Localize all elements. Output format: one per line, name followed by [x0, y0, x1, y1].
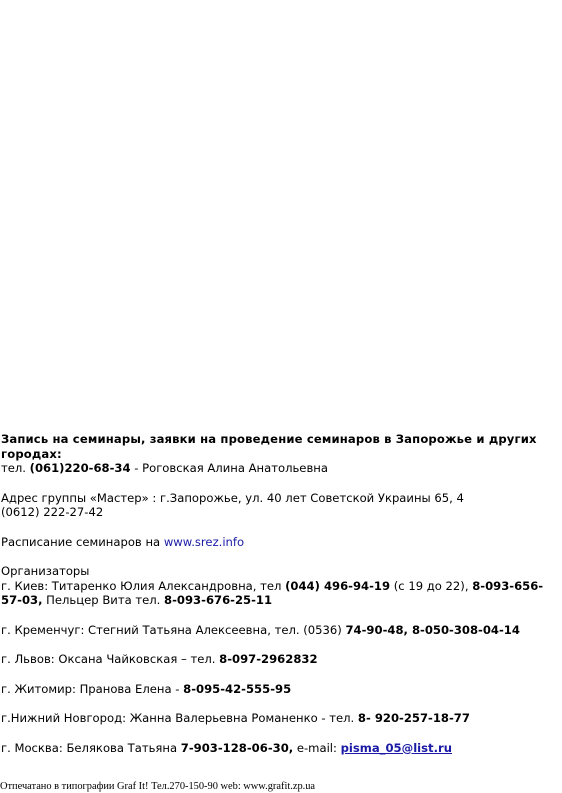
organizers-title: Организаторы [1, 564, 90, 578]
moscow-email-label: e-mail: [293, 740, 341, 755]
registration-phone: (061)220-68-34 [29, 461, 131, 475]
zhitomir-contact: г. Житомир: Пранова Елена - [1, 681, 184, 696]
organizer-kiev: г. Киев: Титаренко Юлия Александровна, т… [1, 579, 557, 608]
schedule-line: Расписание семинаров на www.srez.info [1, 535, 557, 550]
lviv-contact: г. Львов: Оксана Чайковская – тел. [1, 652, 220, 666]
moscow-contact: г. Москва: Белякова Татьяна [1, 740, 181, 755]
organizer-zhitomir: г. Житомир: Пранова Елена - 8-095-42-555… [1, 682, 557, 697]
kremenchug-phones: 74-90-48, 8-050-308-04-14 [345, 622, 520, 637]
organizer-novgorod: г.Нижний Новгород: Жанна Валерьевна Рома… [1, 711, 557, 726]
kiev-phone-1: (044) 496-94-19 [285, 578, 391, 593]
page: { "registration": { "heading": "Запись н… [0, 0, 562, 793]
kiev-hours: (с 19 до 22), [390, 578, 473, 593]
zhitomir-phone: 8-095-42-555-95 [183, 681, 292, 696]
organizer-lviv: г. Львов: Оксана Чайковская – тел. 8-097… [1, 652, 557, 667]
moscow-email-link[interactable]: pisma_05@list.ru [341, 741, 452, 755]
schedule-label: Расписание семинаров на [1, 534, 164, 549]
schedule-link[interactable]: www.srez.info [164, 535, 244, 549]
novgorod-contact: г.Нижний Новгород: Жанна Валерьевна Рома… [1, 711, 358, 725]
contact-info-block: Запись на семинары, заявки на проведение… [1, 432, 557, 755]
registration-contact-person: - Роговская Алина Анатольевна [130, 461, 328, 475]
kiev-contact: г. Киев: Титаренко Юлия Александровна, т… [1, 578, 286, 593]
novgorod-phone: 8- 920-257-18-77 [357, 711, 470, 725]
kiev-phone-3: 8-093-676-25-11 [164, 593, 273, 607]
print-footer: Отпечатано в типографии Graf It! Тел.270… [0, 781, 316, 792]
kremenchug-contact: г. Кременчуг: Стегний Татьяна Алексеевна… [1, 622, 346, 637]
address-line: Адрес группы «Мастер» : г.Запорожье, ул.… [1, 490, 464, 505]
address-phone: (0612) 222-27-42 [1, 505, 104, 519]
lviv-phone: 8-097-2962832 [219, 652, 318, 666]
registration-heading: Запись на семинары, заявки на проведение… [1, 432, 537, 461]
organizer-kremenchug: г. Кременчуг: Стегний Татьяна Алексеевна… [1, 623, 557, 638]
registration-phone-line: тел. (061)220-68-34 - Роговская Алина Ан… [1, 461, 557, 476]
organizer-moscow: г. Москва: Белякова Татьяна 7-903-128-06… [1, 741, 557, 756]
moscow-phone: 7-903-128-06-30, [180, 740, 294, 755]
kiev-contact-2: Пельцер Вита тел. [42, 593, 165, 607]
tel-label: тел. [1, 461, 30, 475]
